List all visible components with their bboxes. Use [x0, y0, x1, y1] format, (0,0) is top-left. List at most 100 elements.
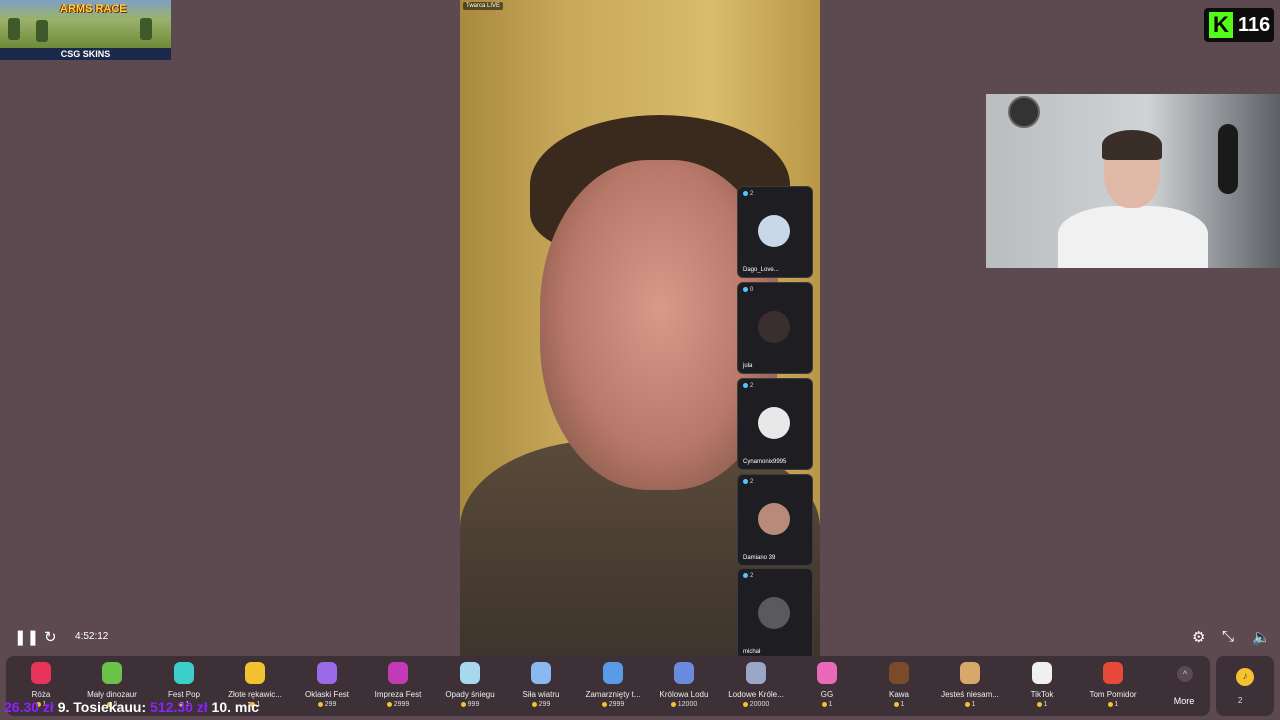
guest-avatar	[758, 503, 790, 535]
ticker-entry: 10. mic	[211, 699, 260, 715]
hamster-icon	[960, 662, 980, 684]
sponsor-banner: ARMS RACE CSG SKINS	[0, 0, 171, 60]
coin-balance[interactable]: ♪ 2	[1216, 656, 1274, 716]
guest-count: 2	[743, 191, 753, 197]
guest-tile[interactable]: 2 Damiano 39	[737, 474, 813, 566]
pause-icon[interactable]: ❚❚	[14, 628, 39, 646]
guest-name: Dago_Love...	[743, 267, 779, 273]
live-tag: Twarca LIVE	[463, 2, 504, 10]
gift-price: 2999	[578, 701, 648, 708]
gift-item[interactable]: Kawa 1	[864, 656, 934, 716]
gift-item[interactable]: Siła wiatru 299	[506, 656, 576, 716]
streamer-webcam	[986, 94, 1280, 268]
guest-tile[interactable]: 0 jula	[737, 282, 813, 374]
refresh-icon[interactable]: ↻	[44, 628, 57, 646]
snowflake-icon	[460, 662, 480, 684]
microphone-icon	[1218, 124, 1238, 194]
donation-ticker: 26.30 zł 9. Tosiekauu: 512.30 zł 10. mic	[4, 699, 304, 719]
gift-label: Kawa	[888, 690, 909, 699]
guest-count: 2	[743, 573, 753, 579]
gift-label: Tom Pomidor	[1089, 690, 1137, 699]
gift-item[interactable]: Zamarznięty t... 2999	[578, 656, 648, 716]
webcam-person-body	[1058, 206, 1208, 268]
guest-tile[interactable]: 2 Cynamonix9995	[737, 378, 813, 470]
viewer-count: 116	[1238, 13, 1271, 36]
guest-avatar	[758, 215, 790, 247]
gift-item[interactable]: Tom Pomidor 1	[1078, 656, 1148, 716]
gift-label: Oklaski Fest	[304, 690, 349, 699]
guest-avatar	[758, 407, 790, 439]
guest-name: jula	[743, 363, 753, 369]
webcam-person-hair	[1102, 130, 1162, 160]
banner-figure	[8, 18, 20, 40]
guest-count: 2	[743, 479, 753, 485]
gift-item[interactable]: GG 1	[792, 656, 862, 716]
dinosaur-icon	[102, 662, 122, 684]
gift-label: Królowa Lodu	[659, 690, 709, 699]
fest-pop-icon	[174, 662, 194, 684]
gg-icon	[817, 662, 837, 684]
gift-price: 299	[506, 701, 576, 708]
gift-label: Mały dinozaur	[87, 690, 137, 699]
player-controls: ❚❚ ↻ 4:52:12 ⚙ ⤡ 🔈	[0, 624, 1280, 650]
tomato-icon	[1103, 662, 1123, 684]
volume-icon[interactable]: 🔈	[1252, 628, 1271, 646]
tiktok-icon	[1032, 662, 1052, 684]
coffee-icon	[889, 662, 909, 684]
ice-kingdom-icon	[746, 662, 766, 684]
minimize-icon[interactable]: ⤡	[1222, 628, 1234, 645]
gift-label: Opady śniegu	[445, 690, 495, 699]
banner-figure	[36, 20, 48, 42]
gift-price: 2999	[363, 701, 433, 708]
gift-item[interactable]: Impreza Fest 2999	[363, 656, 433, 716]
frozen-icon	[603, 662, 623, 684]
gift-label: Lodowe Króle...	[728, 690, 784, 699]
banner-title: ARMS RACE	[60, 3, 127, 15]
ticker-amount: 512.30 zł	[150, 699, 208, 715]
coin-count: 2	[1238, 696, 1243, 705]
gift-price: 1	[1007, 701, 1077, 708]
gift-price: 1	[1078, 701, 1148, 708]
chevron-up-icon: ^	[1177, 666, 1193, 682]
gift-price: 12000	[649, 701, 719, 708]
guest-name: Damiano 39	[743, 555, 776, 561]
gift-label: GG	[820, 690, 834, 699]
settings-icon[interactable]: ⚙	[1192, 628, 1205, 646]
gift-item[interactable]: Jesteś niesam... 1	[935, 656, 1005, 716]
gift-label: Impreza Fest	[374, 690, 422, 699]
gift-label: Róża	[31, 690, 51, 699]
gift-price: 1	[935, 701, 1005, 708]
coin-icon: ♪	[1236, 668, 1254, 686]
gift-price: 999	[435, 701, 505, 708]
more-label: More	[1173, 696, 1195, 706]
kick-logo-icon: K	[1209, 12, 1233, 38]
gift-label: Złote rękawic...	[228, 690, 282, 699]
clock-icon	[1008, 96, 1040, 128]
guest-avatar	[758, 311, 790, 343]
gift-item[interactable]: TikTok 1	[1007, 656, 1077, 716]
gift-price: 1	[792, 701, 862, 708]
more-gifts-button[interactable]: ^ More	[1164, 656, 1204, 716]
banner-sponsor: CSG SKINS	[0, 48, 171, 60]
applause-icon	[317, 662, 337, 684]
gift-label: Zamarznięty t...	[585, 690, 641, 699]
wind-icon	[531, 662, 551, 684]
ice-queen-icon	[674, 662, 694, 684]
gift-label: Jesteś niesam...	[941, 690, 999, 699]
playback-time: 4:52:12	[75, 631, 109, 642]
rose-icon	[31, 662, 51, 684]
gift-label: Fest Pop	[167, 690, 200, 699]
gift-label: Siła wiatru	[522, 690, 560, 699]
gloves-icon	[245, 662, 265, 684]
banner-figure	[140, 18, 152, 40]
gift-item[interactable]: Królowa Lodu 12000	[649, 656, 719, 716]
gift-price: 1	[864, 701, 934, 708]
gift-item[interactable]: Lodowe Króle... 20000	[721, 656, 791, 716]
ticker-entry: 9. Tosiekauu:	[57, 699, 147, 715]
ticker-amount: 26.30 zł	[4, 699, 54, 715]
gift-item[interactable]: Opady śniegu 999	[435, 656, 505, 716]
party-icon	[388, 662, 408, 684]
gift-price: 20000	[721, 701, 791, 708]
viewer-counter: K 116	[1204, 8, 1274, 42]
guest-tile[interactable]: 2 Dago_Love...	[737, 186, 813, 278]
